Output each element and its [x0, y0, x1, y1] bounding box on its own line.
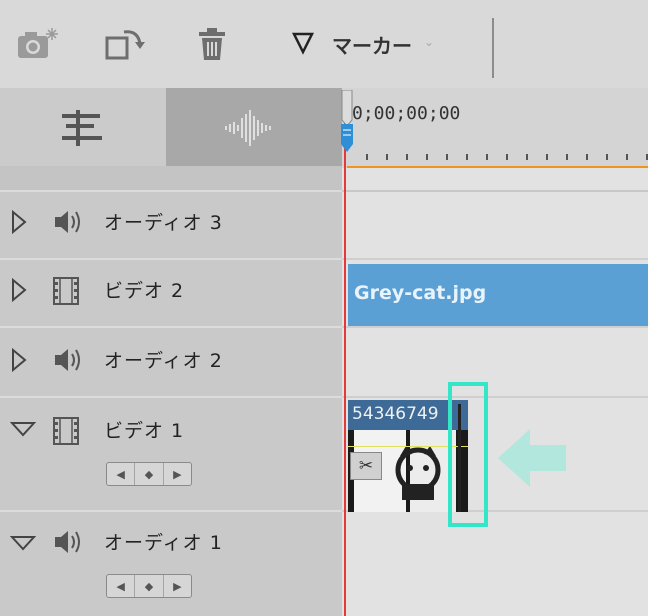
track-header-audio-1: オーディオ 1 ◀ ◆ ▶: [0, 512, 342, 616]
track-area-spacer: [342, 168, 648, 190]
track-lane-audio-1[interactable]: [342, 512, 648, 616]
highlight-box: [448, 382, 488, 527]
ruler-tick: [566, 154, 568, 160]
expand-triangle-icon[interactable]: [10, 278, 28, 302]
ruler-tick: [606, 154, 608, 160]
collapse-triangle-icon[interactable]: [10, 420, 36, 438]
marker-label[interactable]: マーカー: [332, 30, 412, 59]
speaker-icon[interactable]: [52, 346, 84, 374]
collapse-triangle-icon[interactable]: [10, 534, 36, 552]
film-icon[interactable]: [52, 416, 80, 446]
ruler-tick: [446, 154, 448, 160]
ruler-tick: [486, 154, 488, 160]
add-keyframe-button[interactable]: ◆: [135, 463, 164, 485]
timeline-ruler[interactable]: 0;00;00;00: [342, 88, 648, 169]
film-icon[interactable]: [52, 276, 80, 306]
track-layout-icon: [62, 110, 102, 146]
track-name: ビデオ 2: [104, 280, 185, 302]
keyframe-controls: ◀ ◆ ▶: [106, 574, 192, 598]
timecode: 0;00;00;00: [352, 103, 461, 124]
track-header-audio-3: オーディオ 3: [0, 192, 342, 260]
clip-label: 54346749: [352, 404, 439, 424]
scissors-icon[interactable]: ✂: [350, 452, 382, 480]
playhead-handle-icon[interactable]: [339, 90, 355, 152]
toolbar-separator: [492, 18, 494, 78]
track-header-audio-2: オーディオ 2: [0, 328, 342, 398]
marker-icon[interactable]: [290, 30, 316, 60]
speaker-icon[interactable]: [52, 528, 84, 556]
ruler-tick: [526, 154, 528, 160]
arrow-left-icon: [498, 429, 566, 487]
track-name: ビデオ 1: [104, 420, 185, 442]
speaker-icon[interactable]: [52, 208, 84, 236]
rotate-box-icon[interactable]: [102, 22, 146, 66]
ruler-tick: [466, 154, 468, 160]
track-lane-audio-2[interactable]: [342, 328, 648, 398]
ruler-tick: [546, 154, 548, 160]
ruler-tick: [366, 154, 368, 160]
ruler-tick: [386, 154, 388, 160]
track-name: オーディオ 3: [104, 212, 223, 234]
toolbar: マーカー ⌄: [0, 0, 648, 89]
track-view-button[interactable]: [0, 88, 167, 166]
chevron-down-icon[interactable]: ⌄: [424, 35, 434, 49]
trash-icon[interactable]: [190, 22, 234, 66]
track-header-video-1: ビデオ 1 ◀ ◆ ▶: [0, 398, 342, 512]
expand-triangle-icon[interactable]: [10, 348, 28, 372]
ruler-tick: [586, 154, 588, 160]
add-keyframe-button[interactable]: ◆: [135, 575, 164, 597]
clip-grey-cat[interactable]: Grey-cat.jpg: [348, 264, 648, 326]
next-keyframe-button[interactable]: ▶: [164, 463, 191, 485]
playhead-line[interactable]: [344, 92, 346, 616]
ruler-tick: [506, 154, 508, 160]
track-name: オーディオ 2: [104, 350, 223, 372]
prev-keyframe-button[interactable]: ◀: [107, 463, 136, 485]
camera-icon[interactable]: [16, 22, 60, 66]
expand-triangle-icon[interactable]: [10, 210, 28, 234]
cat-thumbnail-icon: [395, 446, 441, 500]
ruler-tick: [406, 154, 408, 160]
waveform-icon: [225, 110, 271, 146]
keyframe-controls: ◀ ◆ ▶: [106, 462, 192, 486]
prev-keyframe-button[interactable]: ◀: [107, 575, 136, 597]
ruler-tick: [626, 154, 628, 160]
track-header-spacer: [0, 166, 342, 192]
track-header-video-2: ビデオ 2: [0, 260, 342, 328]
track-name: オーディオ 1: [104, 532, 223, 554]
audio-waveform-button[interactable]: [166, 88, 342, 166]
next-keyframe-button[interactable]: ▶: [164, 575, 191, 597]
ruler-tick: [426, 154, 428, 160]
clip-label: Grey-cat.jpg: [354, 282, 487, 304]
track-lane-audio-3[interactable]: [342, 192, 648, 260]
